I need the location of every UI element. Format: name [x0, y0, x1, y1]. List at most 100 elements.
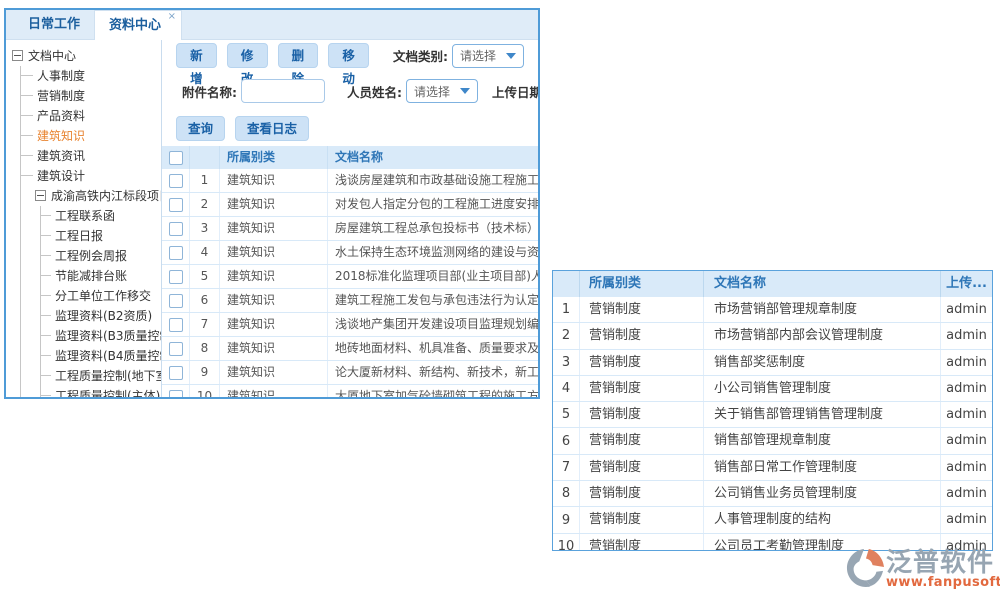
row-checkbox[interactable]: [169, 318, 183, 332]
name-cell: 地砖地面材料、机具准备、质量要求及...: [328, 337, 538, 360]
row-checkbox[interactable]: [169, 198, 183, 212]
table-row[interactable]: 7建筑知识浅谈地产集团开发建设项目监理规划编...: [162, 313, 538, 337]
uploader-header: 上传...: [940, 271, 992, 297]
tree-connector: [41, 255, 51, 256]
row-checkbox[interactable]: [169, 294, 183, 308]
tree-item[interactable]: 成渝高铁内江标段项目: [21, 186, 161, 206]
tree-item-label: 建筑设计: [37, 169, 85, 183]
tree-connector: [21, 175, 33, 176]
tree-item-label: 产品资料: [37, 109, 85, 123]
attachment-name-input[interactable]: [241, 79, 325, 103]
tree-item[interactable]: 工程日报: [41, 226, 161, 246]
doc-category-select[interactable]: 请选择: [452, 44, 524, 68]
doc-category-value: 请选择: [460, 47, 496, 64]
tree-item[interactable]: 监理资料(B2资质): [41, 306, 161, 326]
table-row[interactable]: 1营销制度市场营销部管理规章制度admin: [553, 297, 992, 323]
row-number: 6: [553, 434, 579, 449]
table-row[interactable]: 7营销制度销售部日常工作管理制度admin: [553, 455, 992, 481]
tree-item[interactable]: 工程例会周报: [41, 246, 161, 266]
table-row[interactable]: 2建筑知识对发包人指定分包的工程施工进度安排...: [162, 193, 538, 217]
category-cell: 营销制度: [579, 297, 703, 322]
name-cell: 销售部日常工作管理制度: [703, 455, 940, 480]
tree-connector: [21, 75, 33, 76]
name-cell: 浅谈房屋建筑和市政基础设施工程施工...: [328, 169, 538, 192]
tree-connector: [21, 135, 33, 136]
table-row[interactable]: 8建筑知识地砖地面材料、机具准备、质量要求及...: [162, 337, 538, 361]
tree-item[interactable]: 监理资料(B4质量控制): [41, 346, 161, 366]
name-header: 文档名称: [703, 271, 940, 297]
table-row[interactable]: 9营销制度人事管理制度的结构admin: [553, 507, 992, 533]
name-cell: 论大厦新材料、新结构、新技术，新工...: [328, 361, 538, 384]
category-cell: 营销制度: [579, 376, 703, 401]
table-row[interactable]: 6建筑知识建筑工程施工发包与承包违法行为认定...: [162, 289, 538, 313]
table-row[interactable]: 4建筑知识水土保持生态环境监测网络的建设与资...: [162, 241, 538, 265]
tree-item-label: 建筑资讯: [37, 149, 85, 163]
tab-daily-work[interactable]: 日常工作: [14, 10, 94, 39]
tree-item[interactable]: 建筑资讯: [21, 146, 161, 166]
table-row[interactable]: 8营销制度公司销售业务员管理制度admin: [553, 481, 992, 507]
tree-item-label: 工程联系函: [55, 209, 115, 223]
query-button[interactable]: 查询: [176, 116, 225, 141]
table-row[interactable]: 6营销制度销售部管理规章制度admin: [553, 428, 992, 454]
row-checkbox[interactable]: [169, 174, 183, 188]
category-cell: 建筑知识: [220, 193, 328, 216]
row-number: 2: [190, 193, 220, 216]
tree-item[interactable]: 营销制度: [21, 86, 161, 106]
add-button[interactable]: 新增: [176, 43, 217, 68]
chevron-down-icon: [506, 53, 516, 59]
table-row[interactable]: 3建筑知识房屋建筑工程总承包投标书（技术标）...: [162, 217, 538, 241]
row-checkbox[interactable]: [169, 366, 183, 380]
tree-item[interactable]: 工程质量控制(地下室): [41, 366, 161, 386]
brand-url[interactable]: www.fanpusoft.com: [886, 575, 1000, 590]
close-icon[interactable]: ×: [168, 12, 176, 22]
upload-date-label: 上传日期: [492, 82, 538, 101]
tree-item-label: 文档中心: [28, 49, 76, 63]
select-all-checkbox[interactable]: [169, 151, 183, 165]
row-checkbox[interactable]: [169, 390, 183, 398]
table-row[interactable]: 2营销制度市场营销部内部会议管理制度admin: [553, 323, 992, 349]
collapse-icon[interactable]: [12, 50, 23, 61]
row-number: 2: [553, 328, 579, 343]
tree-item[interactable]: 分工单位工作移交: [41, 286, 161, 306]
tab-bar: 日常工作 资料中心 ×: [6, 10, 538, 40]
tree-item[interactable]: 建筑知识: [21, 126, 161, 146]
table-row[interactable]: 10建筑知识大厦地下室加气砼墙砌筑工程的施工方...: [162, 385, 538, 397]
row-number: 5: [190, 265, 220, 288]
row-number: 3: [190, 217, 220, 240]
tree-item[interactable]: 工程质量控制(主体): [41, 386, 161, 397]
table-row[interactable]: 5营销制度关于销售部管理销售管理制度admin: [553, 402, 992, 428]
person-name-select[interactable]: 请选择: [406, 79, 478, 103]
name-cell: 销售部管理规章制度: [703, 428, 940, 453]
name-cell: 公司销售业务员管理制度: [703, 481, 940, 506]
brand-logo: 泛普软件 www.fanpusoft.com: [846, 549, 1000, 590]
table-row[interactable]: 9建筑知识论大厦新材料、新结构、新技术，新工...: [162, 361, 538, 385]
checkbox-cell: [162, 289, 190, 312]
tree-item[interactable]: 工程联系函: [41, 206, 161, 226]
row-number: 9: [190, 361, 220, 384]
table-row[interactable]: 1建筑知识浅谈房屋建筑和市政基础设施工程施工...: [162, 169, 538, 193]
move-button[interactable]: 移动: [328, 43, 369, 68]
tree-item[interactable]: 人事制度: [21, 66, 161, 86]
row-checkbox[interactable]: [169, 270, 183, 284]
checkbox-cell: [162, 313, 190, 336]
edit-button[interactable]: 修改: [227, 43, 268, 68]
tree-item[interactable]: 节能减排台账: [41, 266, 161, 286]
tab-data-center[interactable]: 资料中心 ×: [94, 10, 182, 40]
tree-item-label: 监理资料(B3质量控制): [55, 329, 162, 343]
table-row[interactable]: 4营销制度小公司销售管理制度admin: [553, 376, 992, 402]
view-log-button[interactable]: 查看日志: [235, 116, 309, 141]
tree-item[interactable]: 建筑设计: [21, 166, 161, 186]
tree-item[interactable]: 产品资料: [21, 106, 161, 126]
row-checkbox[interactable]: [169, 246, 183, 260]
collapse-icon[interactable]: [35, 190, 46, 201]
delete-button[interactable]: 删除: [278, 43, 319, 68]
tree-connector: [41, 395, 51, 396]
table-row[interactable]: 5建筑知识2018标准化监理项目部(业主项目部)人员...: [162, 265, 538, 289]
row-checkbox[interactable]: [169, 342, 183, 356]
category-cell: 营销制度: [579, 534, 703, 551]
checkbox-cell: [162, 241, 190, 264]
table-row[interactable]: 3营销制度销售部奖惩制度admin: [553, 350, 992, 376]
tree-root-item[interactable]: 文档中心: [12, 46, 161, 66]
row-checkbox[interactable]: [169, 222, 183, 236]
tree-item[interactable]: 监理资料(B3质量控制): [41, 326, 161, 346]
